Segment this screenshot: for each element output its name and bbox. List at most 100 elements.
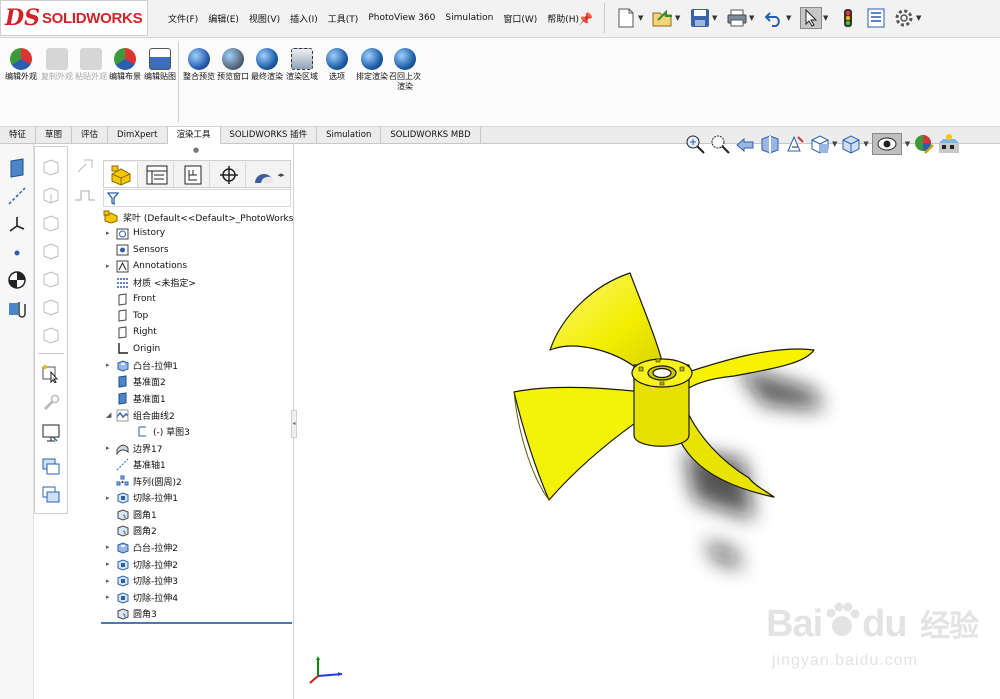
tree-item[interactable]: 基准面2: [106, 374, 166, 390]
ribbon-button-recall-last-render[interactable]: 召回上次渲染: [388, 48, 422, 92]
pin-menu-icon[interactable]: 📌: [578, 12, 593, 26]
apply-scene-icon[interactable]: [938, 133, 960, 155]
tree-item[interactable]: Front: [106, 291, 156, 307]
expand-arrow-icon[interactable]: ▸: [106, 577, 116, 585]
tree-item[interactable]: 阵列(圆周)2: [106, 473, 182, 489]
tree-item[interactable]: 基准轴1: [106, 457, 166, 473]
axis-icon[interactable]: [7, 186, 27, 206]
cube-wire-icon[interactable]: [41, 157, 61, 177]
chevron-down-icon[interactable]: ▼: [749, 14, 757, 22]
filter-funnel-icon[interactable]: [107, 192, 119, 205]
ribbon-button-options[interactable]: 选项: [320, 48, 354, 82]
tab-dimxpert-manager[interactable]: [212, 162, 246, 187]
tab-4[interactable]: 渲染工具: [167, 127, 221, 144]
expand-arrow-icon[interactable]: ▸: [106, 444, 116, 452]
tab-scroll-arrows-icon[interactable]: ◂▸: [277, 171, 284, 179]
cube-wire-icon[interactable]: [41, 213, 61, 233]
window-cascade-icon[interactable]: [41, 485, 61, 505]
ribbon-button-final-render[interactable]: 最终渲染: [250, 48, 284, 82]
menu-item-5[interactable]: PhotoView 360: [368, 13, 435, 23]
tools-wrench-icon[interactable]: [41, 393, 61, 413]
ribbon-button-schedule-render[interactable]: 排定渲染: [355, 48, 389, 82]
cube-wire-icon[interactable]: [41, 241, 61, 261]
tree-item[interactable]: ▸ 切除-拉伸2: [106, 556, 178, 572]
tree-item[interactable]: ▸ 切除-拉伸3: [106, 573, 178, 589]
ribbon-button-preview-window[interactable]: 预览窗口: [216, 48, 250, 82]
ribbon-button-edit-scene[interactable]: 编辑布景: [108, 48, 142, 82]
section-view-icon[interactable]: [759, 133, 781, 155]
gear-icon[interactable]: [893, 7, 915, 29]
expand-arrow-icon[interactable]: ▸: [106, 229, 116, 237]
select-cursor-icon[interactable]: [800, 7, 822, 29]
tab-6[interactable]: Simulation: [317, 127, 382, 144]
ribbon-button-integrated-preview[interactable]: 整合预览: [182, 48, 216, 82]
menu-item-1[interactable]: 编辑(E): [208, 12, 239, 25]
tree-item[interactable]: ▸ History: [106, 225, 165, 241]
filter-row[interactable]: [103, 189, 291, 207]
tree-item[interactable]: 圆角2: [106, 523, 157, 539]
view-orientation-icon[interactable]: [809, 133, 831, 155]
save-icon[interactable]: [689, 7, 711, 29]
print-icon[interactable]: [726, 7, 748, 29]
tree-item[interactable]: ▸ 凸台-拉伸1: [106, 357, 178, 373]
tree-item[interactable]: ▸ 切除-拉伸1: [106, 490, 178, 506]
cube-wire-icon[interactable]: [41, 269, 61, 289]
expand-arrow-icon[interactable]: ▸: [106, 543, 116, 551]
zoom-to-area-icon[interactable]: [709, 133, 731, 155]
panel-collapse-handle[interactable]: ●: [193, 146, 199, 154]
undo-icon[interactable]: [763, 7, 785, 29]
tab-2[interactable]: 评估: [72, 127, 109, 144]
chevron-down-icon[interactable]: ▼: [712, 14, 720, 22]
tree-root-part[interactable]: 桨叶 (Default<<Default>_PhotoWorks: [103, 209, 293, 225]
menu-item-7[interactable]: 窗口(W): [503, 12, 537, 25]
expand-arrow-icon[interactable]: ▸: [106, 494, 116, 502]
tab-0[interactable]: 特征: [0, 127, 37, 144]
chevron-down-icon[interactable]: ▼: [786, 14, 794, 22]
ribbon-button-paste-appearance[interactable]: 粘贴外观: [74, 48, 108, 82]
chevron-down-icon[interactable]: ▼: [916, 14, 924, 22]
tree-item[interactable]: Right: [106, 324, 157, 340]
ribbon-button-edit-decal[interactable]: 编辑贴图: [143, 48, 177, 82]
hide-show-items-icon[interactable]: [871, 133, 902, 155]
tree-item[interactable]: ◢ 组合曲线2: [106, 407, 175, 423]
menu-item-6[interactable]: Simulation: [445, 13, 493, 23]
window-layers-icon[interactable]: [41, 457, 61, 477]
tab-7[interactable]: SOLIDWORKS MBD: [381, 127, 481, 144]
open-document-icon[interactable]: [652, 7, 674, 29]
chevron-down-icon[interactable]: ▼: [863, 140, 868, 148]
expand-arrow-icon[interactable]: ▸: [106, 361, 116, 369]
cube-wire-icon[interactable]: [41, 185, 61, 205]
menu-item-4[interactable]: 工具(T): [328, 12, 359, 25]
cube-wire-icon[interactable]: [41, 325, 61, 345]
sketch-relation-icon[interactable]: [76, 158, 96, 176]
point-icon[interactable]: [7, 242, 27, 262]
tab-feature-tree[interactable]: [104, 162, 138, 187]
solidworks-logo[interactable]: DS SOLIDWORKS: [0, 0, 148, 36]
tree-item[interactable]: 材质 <未指定>: [106, 275, 196, 291]
dynamic-annotation-icon[interactable]: [784, 133, 806, 155]
tab-5[interactable]: SOLIDWORKS 插件: [221, 127, 318, 144]
ribbon-button-edit-appearance[interactable]: 编辑外观: [4, 48, 38, 82]
expand-arrow-icon[interactable]: ▸: [106, 560, 116, 568]
expand-arrow-icon[interactable]: ▸: [106, 593, 116, 601]
expand-arrow-icon[interactable]: ▸: [106, 262, 116, 270]
coordinate-system-icon[interactable]: [7, 214, 27, 234]
tab-property-manager[interactable]: [140, 162, 174, 187]
mate-reference-icon[interactable]: [7, 298, 27, 318]
zoom-to-fit-icon[interactable]: [684, 133, 706, 155]
tree-item[interactable]: Top: [106, 308, 148, 324]
rebuild-traffic-light-icon[interactable]: [837, 7, 859, 29]
display-window-icon[interactable]: [41, 423, 61, 443]
new-document-icon[interactable]: [615, 7, 637, 29]
tab-1[interactable]: 草图: [36, 127, 73, 144]
tree-item[interactable]: ▸ 边界17: [106, 440, 162, 456]
expanded-arrow-icon[interactable]: ◢: [106, 411, 116, 419]
center-of-mass-icon[interactable]: [7, 270, 27, 290]
tree-item[interactable]: ▸ 切除-拉伸4: [106, 589, 178, 605]
tree-item[interactable]: 基准面1: [106, 391, 166, 407]
ribbon-button-copy-appearance[interactable]: 复制外观: [40, 48, 74, 82]
tree-item[interactable]: ▸ Annotations: [106, 258, 187, 274]
menu-item-3[interactable]: 插入(I): [290, 12, 318, 25]
plane-icon[interactable]: [7, 158, 27, 178]
tree-item[interactable]: Origin: [106, 341, 160, 357]
